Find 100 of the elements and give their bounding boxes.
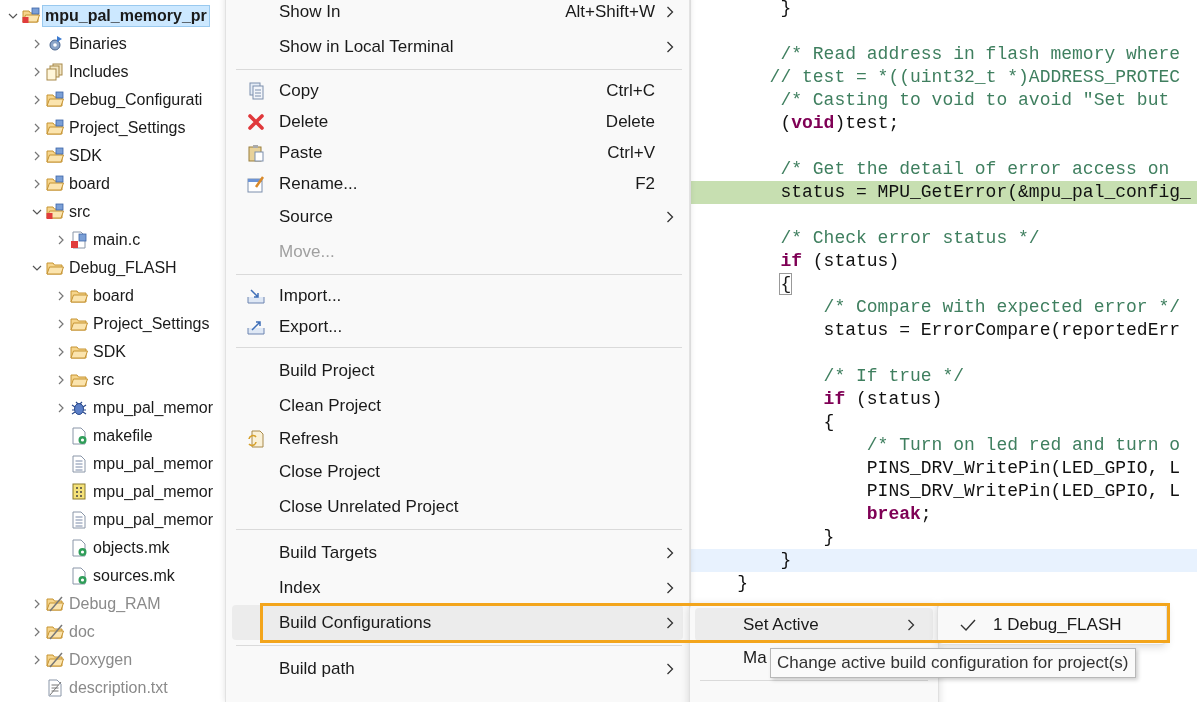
stacked-pages-icon [46,63,64,81]
code-line: // test = *((uint32_t *)ADDRESS_PROTEC [769,67,1181,87]
code-line: /* Compare with expected error */ [823,297,1181,317]
tree-item[interactable]: mpu_pal_memor [90,509,217,531]
menu-item[interactable]: Set Active [695,608,933,641]
expand-chevron-icon[interactable] [32,151,42,161]
code-line: } [823,527,835,547]
tree-item[interactable]: src [90,369,118,391]
tree-item[interactable]: mpu_pal_memor [90,481,217,503]
menu-item[interactable]: Source [232,199,683,234]
expand-chevron-icon[interactable] [56,319,66,329]
tree-item[interactable]: Project_Settings [66,117,189,139]
menu-item[interactable]: Close Unrelated Project [232,489,683,524]
folder-icon [46,119,64,137]
file-icon [70,455,88,473]
menu-item[interactable]: 1 Debug_FLASH [943,608,1161,641]
code-line: PINS_DRV_WritePin(LED_GPIO, L [866,458,1181,478]
menu-item[interactable]: Delete Delete [232,106,683,137]
expand-chevron-icon[interactable] [32,207,42,217]
bug-icon [70,399,88,417]
folder-icon [46,175,64,193]
tree-item[interactable]: board [90,285,137,307]
menu-item[interactable]: Copy Ctrl+C [232,75,683,106]
code-line: } [780,550,792,570]
menu-item[interactable]: Import... [232,280,683,311]
menu-item[interactable]: Clean Project [232,388,683,423]
code-line: break; [866,504,932,524]
menu-item[interactable]: Build Project [232,353,683,388]
delete-icon [246,112,265,131]
menu-item[interactable]: Close Project [232,454,683,489]
expand-chevron-icon[interactable] [32,655,42,665]
folder-icon [46,147,64,165]
tree-item[interactable]: doc [66,621,98,643]
tree-item[interactable]: mpu_pal_memory_pr [42,5,210,27]
tree-item[interactable]: main.c [90,229,144,251]
folder-icon [46,595,64,613]
expand-chevron-icon[interactable] [56,403,66,413]
tree-item[interactable]: Doxygen [66,649,136,671]
tree-item[interactable]: Debug_FLASH [66,257,180,279]
folder-icon [70,315,88,333]
tree-item[interactable]: makefile [90,425,156,447]
expand-chevron-icon[interactable] [56,291,66,301]
code-line: /* Turn on led red and turn o [866,435,1181,455]
menu-item[interactable]: Build Targets [232,535,683,570]
expand-chevron-icon[interactable] [32,263,42,273]
expand-chevron-icon[interactable] [56,235,66,245]
paste-icon [246,143,265,162]
tree-item[interactable]: Binaries [66,33,130,55]
expand-chevron-icon[interactable] [32,599,42,609]
file-icon [70,539,88,557]
file-icon [70,483,88,501]
menu-item[interactable]: Show In Alt+Shift+W [232,0,683,29]
tree-item[interactable]: SDK [90,341,129,363]
menu-item[interactable]: Paste Ctrl+V [232,137,683,168]
project-folder-icon [22,7,40,25]
code-line: PINS_DRV_WritePin(LED_GPIO, L [866,481,1181,501]
tree-item[interactable]: src [66,201,94,223]
tree-item[interactable]: sources.mk [90,565,178,587]
tree-item[interactable]: Debug_RAM [66,593,164,615]
menu-item[interactable]: Index [232,570,683,605]
folder-icon [46,651,64,669]
expand-chevron-icon[interactable] [56,375,66,385]
menu-item[interactable]: Build path [232,651,683,686]
tree-item[interactable]: board [66,173,113,195]
tooltip: Change active build configuration for project(s) [770,648,1136,678]
tree-item[interactable]: mpu_pal_memor [90,453,217,475]
menu-item[interactable]: Rename... F2 [232,168,683,199]
copy-icon [246,81,265,100]
code-line: { [823,412,835,432]
tree-item[interactable]: Debug_Configurati [66,89,206,111]
tree-item[interactable]: mpu_pal_memor [90,397,217,419]
code-line: (void)test; [780,113,900,133]
tree-item[interactable]: Includes [66,61,132,83]
tree-item[interactable]: Project_Settings [90,313,213,335]
menu-item[interactable]: Show in Local Terminal [232,29,683,64]
expand-chevron-icon[interactable] [32,95,42,105]
expand-chevron-icon[interactable] [32,67,42,77]
code-line: status = MPU_GetError(&mpu_pal_config_ [780,182,1191,202]
folder-icon [70,343,88,361]
code-line: /* If true */ [823,366,965,386]
file-icon [70,231,88,249]
code-line: /* Casting to void to avoid "Set but [780,90,1170,110]
code-line: /* Get the detail of error access on [780,159,1170,179]
expand-chevron-icon[interactable] [32,123,42,133]
tree-item[interactable]: description.txt [66,677,171,699]
tree-item[interactable]: SDK [66,145,105,167]
menu-item[interactable]: Refresh [232,423,683,454]
tree-item[interactable]: objects.mk [90,537,173,559]
expand-chevron-icon[interactable] [32,179,42,189]
folder-icon [70,287,88,305]
expand-chevron-icon[interactable] [56,347,66,357]
code-line: /* Read address in flash memory where [780,44,1181,64]
folder-icon [46,623,64,641]
expand-chevron-icon[interactable] [8,11,18,21]
expand-chevron-icon[interactable] [32,627,42,637]
code-line: if (status) [780,251,900,271]
code-line: /* Check error status */ [780,228,1040,248]
expand-chevron-icon[interactable] [32,39,42,49]
menu-item[interactable]: Export... [232,311,683,342]
menu-item[interactable]: Build Configurations [232,605,683,640]
